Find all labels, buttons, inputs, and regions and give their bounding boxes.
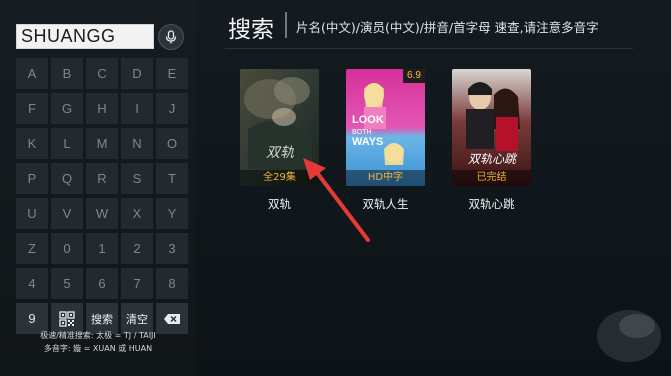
annotation-arrow xyxy=(303,158,370,242)
search-screen: SHUANGG 9 搜索 清空 A B C D E F G H I J K L … xyxy=(0,0,671,376)
decorative-blob xyxy=(597,310,661,362)
